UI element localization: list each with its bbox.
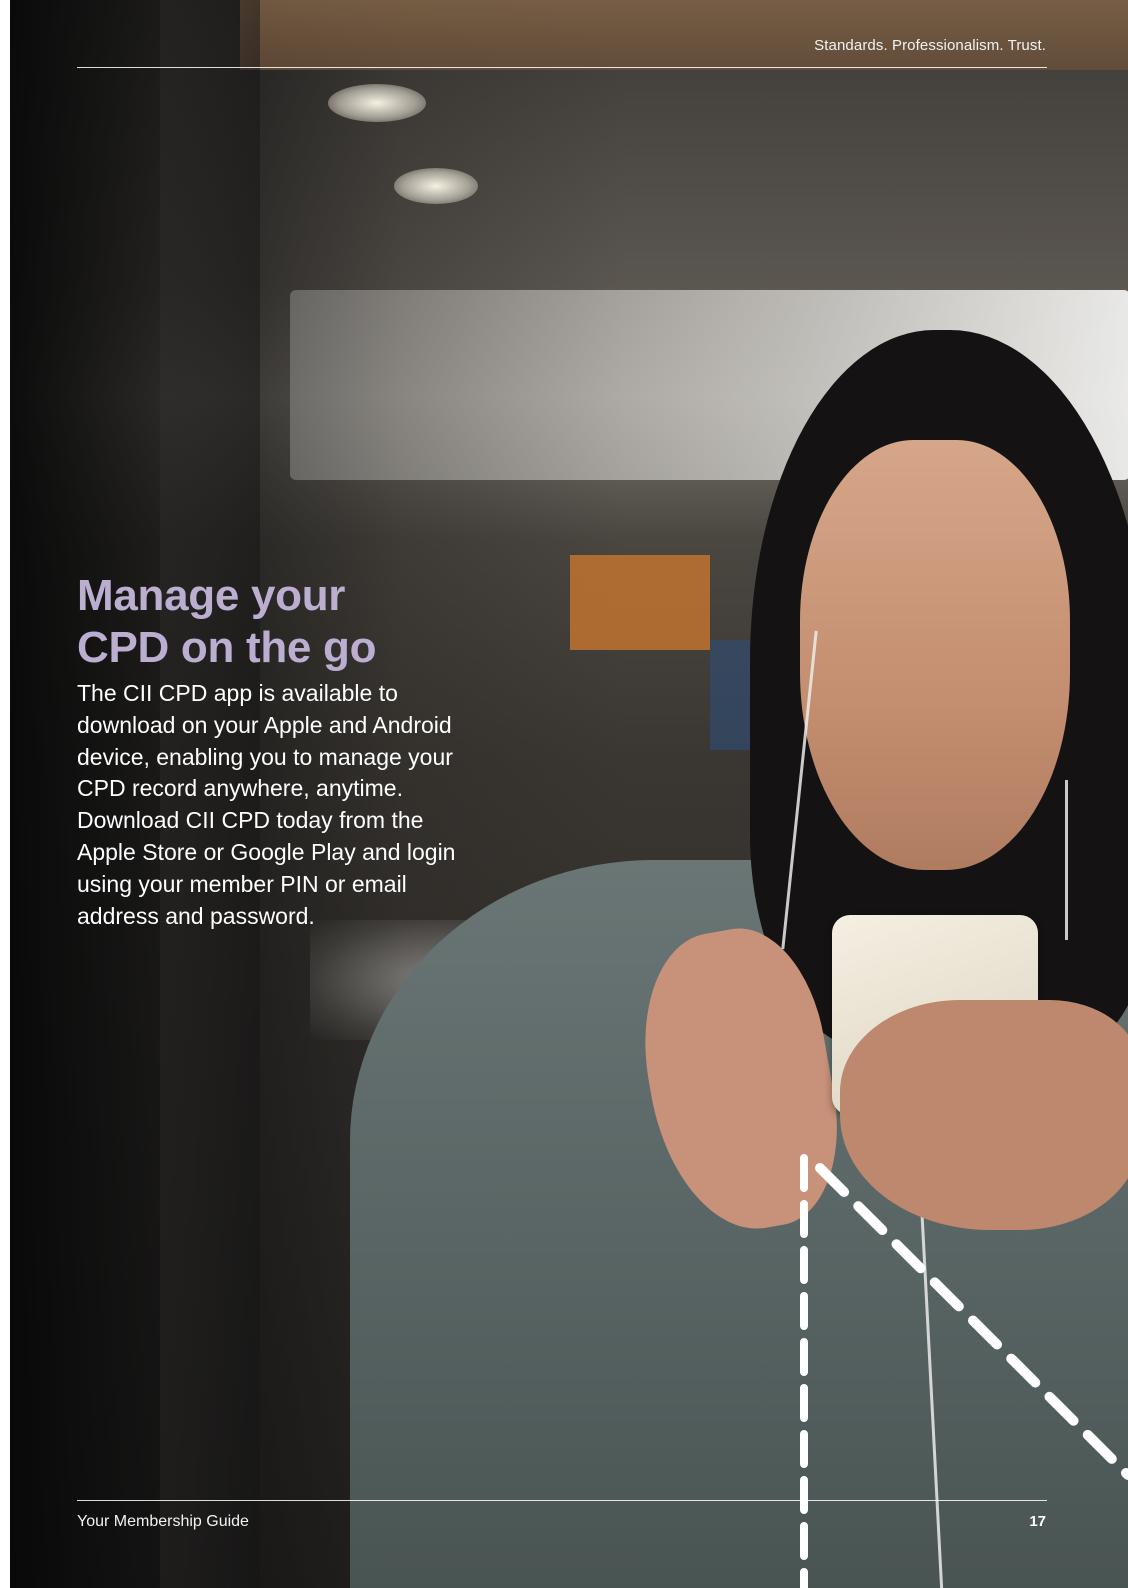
dashed-line-diagonal — [815, 1163, 1128, 1480]
heading-line: CPD on the go — [77, 623, 377, 672]
body-paragraph: The CII CPD app is available to download… — [77, 680, 456, 929]
page-heading: Manage your CPD on the go — [77, 570, 497, 674]
footer-divider — [77, 1500, 1047, 1501]
earphone-wire — [1065, 780, 1068, 940]
brochure-page: Standards. Professionalism. Trust. Manag… — [0, 0, 1128, 1588]
ceiling-light — [394, 168, 478, 204]
heading-line: Manage your — [77, 571, 346, 620]
background-orange-panel — [570, 555, 710, 650]
page-number: 17 — [1029, 1513, 1046, 1530]
ceiling-light — [328, 84, 426, 122]
header-divider — [77, 67, 1047, 68]
person-face — [800, 440, 1070, 870]
decorative-dashed-lines — [800, 1154, 1128, 1588]
ceiling-strip — [240, 0, 1128, 70]
footer-publication-title: Your Membership Guide — [77, 1513, 249, 1530]
header-tagline: Standards. Professionalism. Trust. — [814, 37, 1046, 54]
